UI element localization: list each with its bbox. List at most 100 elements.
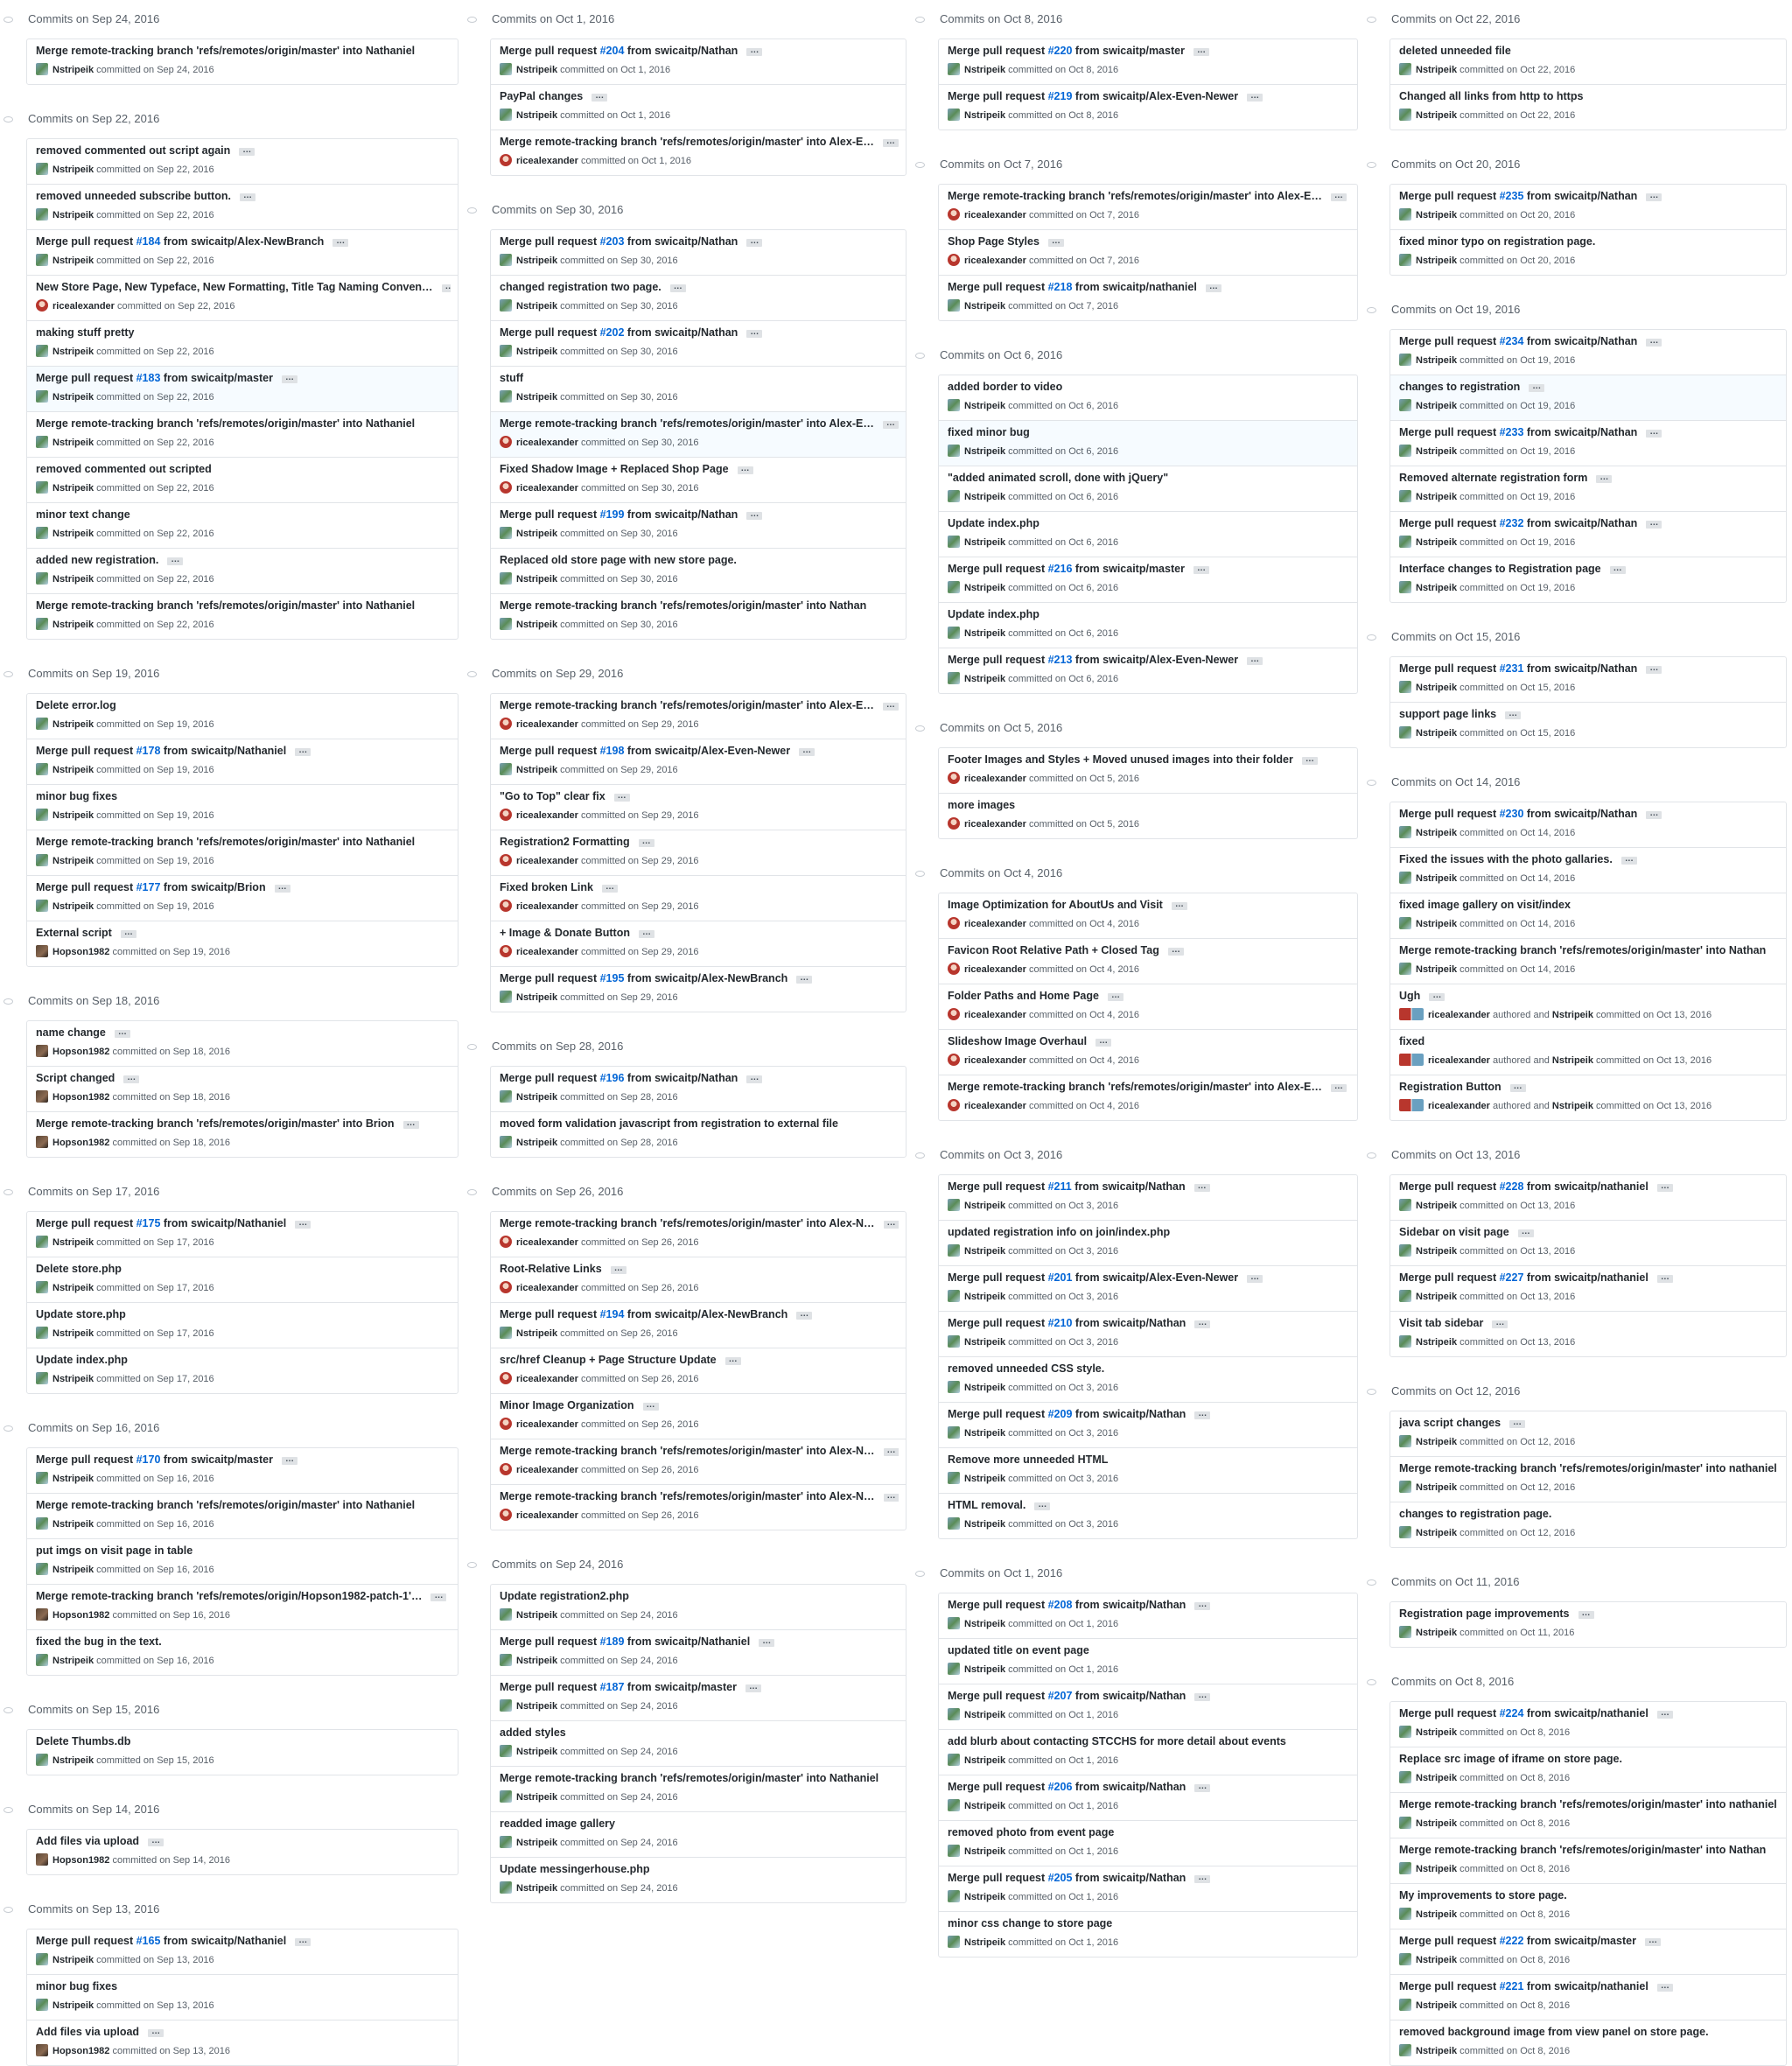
commit-message-text[interactable]: Merge pull request — [1399, 335, 1500, 347]
commit-title-link[interactable]: changes to registration… — [1399, 381, 1779, 393]
avatar[interactable] — [500, 1654, 512, 1666]
commit-message-text[interactable]: removed background image from view panel… — [1399, 2026, 1709, 2038]
pull-request-link[interactable]: #195 — [600, 972, 625, 984]
commit-message-text[interactable]: Merge remote-tracking branch 'refs/remot… — [500, 1217, 875, 1229]
commit-title-link[interactable]: Remove more unneeded HTML — [948, 1453, 1350, 1466]
expand-description-button[interactable]: … — [1194, 1410, 1211, 1419]
commit-message-text[interactable]: HTML removal. — [948, 1499, 1026, 1511]
commit-title-link[interactable]: Merge pull request #199 from swicaitp/Na… — [500, 508, 899, 521]
author-link[interactable]: Hopson1982 — [52, 2046, 109, 2056]
author-link[interactable]: Nstripeik — [964, 301, 1005, 312]
avatar[interactable] — [500, 345, 512, 357]
expand-description-button[interactable]: … — [332, 237, 349, 247]
commit-message-text[interactable]: removed unneeded subscribe button. — [36, 190, 231, 202]
expand-description-button[interactable]: … — [1193, 564, 1209, 574]
author-link[interactable]: Nstripeik — [964, 492, 1005, 502]
commit-message-text[interactable]: Merge remote-tracking branch 'refs/remot… — [500, 699, 874, 711]
commit-title-link[interactable]: Changed all links from http to https — [1399, 90, 1779, 102]
commit-message-text[interactable]: Update index.php — [948, 608, 1040, 620]
expand-description-button[interactable]: … — [638, 928, 654, 938]
commit-message-text[interactable]: from swicaitp/nathaniel — [1072, 281, 1197, 293]
author-link[interactable]: Nstripeik — [52, 901, 94, 912]
commit-title-link[interactable]: Merge remote-tracking branch 'refs/remot… — [1399, 1798, 1779, 1810]
author-link[interactable]: ricealexander — [964, 256, 1026, 266]
commit-title-link[interactable]: Merge pull request #219 from swicaitp/Al… — [948, 90, 1350, 102]
commit-title-link[interactable]: Merge pull request #228 from swicaitp/na… — [1399, 1180, 1779, 1193]
avatar[interactable] — [500, 527, 512, 539]
commit-message-text[interactable]: from swicaitp/Alex-Even-Newer — [1072, 90, 1238, 102]
author-link[interactable]: Nstripeik — [964, 674, 1005, 684]
expand-description-button[interactable]: … — [1656, 1709, 1673, 1719]
author-link[interactable]: Nstripeik — [516, 110, 557, 121]
avatar[interactable] — [948, 63, 960, 75]
commit-message-text[interactable]: from swicaitp/Alex-NewBranch — [624, 972, 788, 984]
avatar[interactable] — [500, 1699, 512, 1712]
avatar[interactable] — [948, 1244, 960, 1257]
commit-message-text[interactable]: from swicaitp/Nathan — [1523, 808, 1637, 820]
commit-message-text[interactable]: Delete error.log — [36, 699, 116, 711]
commit-title-link[interactable]: Merge pull request #231 from swicaitp/Na… — [1399, 662, 1779, 675]
pull-request-link[interactable]: #208 — [1048, 1599, 1073, 1611]
avatar[interactable] — [500, 1881, 512, 1894]
commit-message-text[interactable]: Merge pull request — [500, 1072, 600, 1084]
pull-request-link[interactable]: #232 — [1500, 517, 1524, 529]
avatar[interactable] — [1399, 1244, 1411, 1257]
author-link[interactable]: Nstripeik — [52, 347, 94, 357]
pull-request-link[interactable]: #175 — [136, 1217, 161, 1229]
author-link[interactable]: Nstripeik — [516, 1883, 557, 1894]
author-link[interactable]: Nstripeik — [1416, 1482, 1457, 1493]
author-link[interactable]: Nstripeik — [52, 1755, 94, 1766]
author-link[interactable]: Nstripeik — [52, 765, 94, 775]
author-link[interactable]: Nstripeik — [516, 347, 557, 357]
commit-title-link[interactable]: Merge pull request #213 from swicaitp/Al… — [948, 654, 1350, 666]
author-link[interactable]: Nstripeik — [964, 446, 1005, 457]
commit-message-text[interactable]: Fixed the issues with the photo gallarie… — [1399, 853, 1613, 865]
commit-message-text[interactable]: fixed image gallery on visit/index — [1399, 899, 1571, 911]
pull-request-link[interactable]: #203 — [600, 235, 625, 248]
author-link[interactable]: Nstripeik — [1416, 919, 1457, 929]
author-link[interactable]: ricealexander — [516, 438, 578, 448]
commit-title-link[interactable]: Merge remote-tracking branch 'refs/remot… — [500, 1490, 899, 1502]
pull-request-link[interactable]: #216 — [1048, 563, 1073, 575]
avatar[interactable] — [1399, 581, 1411, 593]
expand-description-button[interactable]: … — [724, 1355, 741, 1365]
commit-message-text[interactable]: Merge pull request — [500, 45, 600, 57]
commit-title-link[interactable]: Merge pull request #198 from swicaitp/Al… — [500, 745, 899, 757]
avatar[interactable] — [36, 1372, 48, 1384]
commit-title-link[interactable]: Merge remote-tracking branch 'refs/remot… — [500, 599, 899, 612]
author-link[interactable]: Nstripeik — [1416, 256, 1457, 266]
commit-message-text[interactable]: Merge pull request — [1399, 1707, 1500, 1719]
author-link[interactable]: Nstripeik — [964, 1519, 1005, 1530]
avatar[interactable] — [1399, 1999, 1411, 2011]
avatar[interactable] — [500, 900, 512, 912]
commit-message-text[interactable]: minor text change — [36, 508, 130, 521]
author-link[interactable]: Nstripeik — [964, 1892, 1005, 1902]
avatar[interactable] — [948, 1845, 960, 1857]
commit-message-text[interactable]: Merge pull request — [1399, 426, 1500, 438]
commit-message-text[interactable]: Merge pull request — [500, 1308, 600, 1320]
author-link[interactable]: Nstripeik — [1416, 583, 1457, 593]
commit-message-text[interactable]: from swicaitp/master — [1523, 1935, 1636, 1947]
commit-title-link[interactable]: Merge pull request #222 from swicaitp/ma… — [1399, 1935, 1779, 1947]
commit-title-link[interactable]: Merge pull request #194 from swicaitp/Al… — [500, 1308, 899, 1320]
avatar[interactable] — [36, 1136, 48, 1148]
author-link[interactable]: ricealexander — [516, 856, 578, 866]
avatar[interactable] — [948, 581, 960, 593]
commit-title-link[interactable]: Delete store.php — [36, 1263, 451, 1275]
commit-message-text[interactable]: Merge remote-tracking branch 'refs/remot… — [1399, 1844, 1766, 1856]
avatar[interactable] — [1399, 1099, 1424, 1111]
avatar[interactable] — [500, 1463, 512, 1475]
author-link[interactable]: ricealexander — [964, 919, 1026, 929]
author-link[interactable]: Nstripeik — [516, 1747, 557, 1757]
commit-title-link[interactable]: stuff — [500, 372, 899, 384]
commit-message-text[interactable]: Image Optimization for AboutUs and Visit — [948, 899, 1163, 911]
author-link[interactable]: Nstripeik — [52, 1237, 94, 1248]
commit-title-link[interactable]: Delete error.log — [36, 699, 451, 711]
commit-message-text[interactable]: Merge remote-tracking branch 'refs/remot… — [36, 836, 415, 848]
commit-title-link[interactable]: Visit tab sidebar… — [1399, 1317, 1779, 1329]
author-link[interactable]: Nstripeik — [52, 1955, 94, 1965]
author-link[interactable]: Nstripeik — [964, 1801, 1005, 1811]
commit-title-link[interactable]: Merge pull request #170 from swicaitp/ma… — [36, 1453, 451, 1466]
commit-title-link[interactable]: Registration page improvements… — [1399, 1607, 1779, 1620]
avatar[interactable] — [1399, 1008, 1424, 1020]
